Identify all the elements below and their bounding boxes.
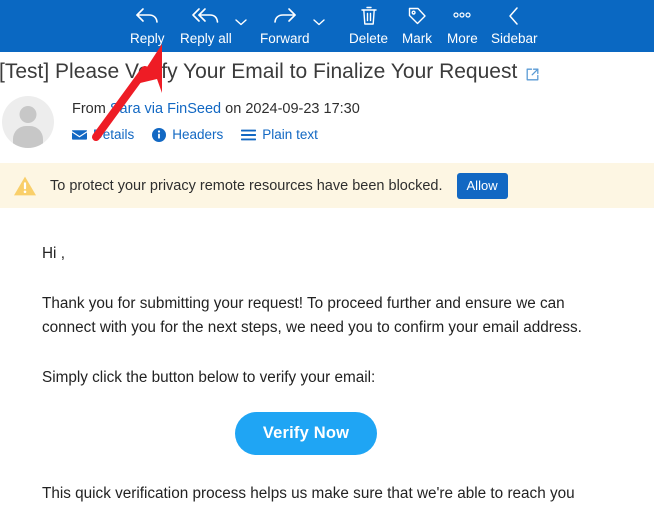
toolbar-label-reply-all: Reply all [180,31,232,46]
allow-button[interactable]: Allow [456,172,508,199]
body-greeting: Hi , [42,245,65,262]
toolbar-button-sidebar[interactable]: Sidebar [487,2,542,47]
warning-triangle-icon [13,175,37,197]
message-toolbar: Reply Reply all Forward Delete Mark More… [0,0,654,52]
chevron-down-icon-reply-all[interactable] [234,14,248,32]
toolbar-button-delete[interactable]: Delete [345,2,392,47]
envelope-icon [72,129,87,141]
body-paragraph-3: This quick verification process helps us… [42,485,575,502]
toolbar-button-forward[interactable]: Forward [256,2,314,47]
toolbar-reply-group: Reply [126,2,169,47]
tag-icon [406,3,428,29]
cta-wrapper: Verify Now [42,390,612,455]
toolbar-label-reply: Reply [130,31,165,46]
remote-content-banner: To protect your privacy remote resources… [0,163,654,208]
headers-link-label: Headers [172,127,224,142]
sender-block: From Sara via FinSeed on 2024-09-23 17:3… [0,96,654,148]
toolbar-reply-all-group: Reply all [176,2,248,47]
from-prefix: From [72,101,106,117]
sender-info: From Sara via FinSeed on 2024-09-23 17:3… [72,96,360,143]
details-link-label: Details [93,127,135,142]
subject-row: [Test] Please Verify Your Email to Final… [0,58,654,86]
email-viewer: Reply Reply all Forward Delete Mark More… [0,0,654,512]
verify-now-button[interactable]: Verify Now [234,412,378,455]
body-paragraph-2: Simply click the button below to verify … [42,369,376,386]
toolbar-label-sidebar: Sidebar [491,31,538,46]
toolbar-forward-group: Forward [256,2,326,47]
sender-name[interactable]: Sara via FinSeed [110,101,221,117]
plain-text-link[interactable]: Plain text [241,127,318,143]
toolbar-sidebar-group: Sidebar [487,2,542,47]
date-prefix: on [225,101,242,117]
forward-icon [272,3,298,29]
page-title: [Test] Please Verify Your Email to Final… [0,60,518,83]
avatar-body [13,126,43,148]
toolbar-delete-group: Delete [345,2,392,47]
chevron-down-icon-forward[interactable] [312,14,326,32]
toolbar-label-mark: Mark [402,31,432,46]
toolbar-label-forward: Forward [260,31,310,46]
toolbar-more-group: More [443,2,482,47]
toolbar-button-reply-all[interactable]: Reply all [176,2,236,47]
toolbar-button-mark[interactable]: Mark [398,2,436,47]
info-circle-icon [152,128,167,142]
body-paragraph-1: Thank you for submitting your request! T… [42,295,582,336]
reply-icon [134,3,160,29]
reply-all-icon [192,3,220,29]
trash-icon [359,3,379,29]
ellipsis-icon [449,3,475,29]
meta-links: Details Headers Plain text [72,127,360,143]
list-lines-icon [241,129,257,141]
message-body: Hi , Thank you for submitting your reque… [0,208,654,512]
toolbar-mark-group: Mark [398,2,436,47]
details-link[interactable]: Details [72,127,134,143]
headers-link[interactable]: Headers [152,127,223,143]
chevron-left-icon [505,3,523,29]
banner-message: To protect your privacy remote resources… [50,177,443,194]
toolbar-label-delete: Delete [349,31,389,46]
toolbar-button-reply[interactable]: Reply [126,2,169,47]
external-link-icon[interactable] [525,67,540,82]
toolbar-label-more: More [447,31,478,46]
avatar-head [19,106,37,123]
toolbar-button-more[interactable]: More [443,2,482,47]
message-date: 2024-09-23 17:30 [245,101,360,117]
avatar [2,96,54,148]
from-line: From Sara via FinSeed on 2024-09-23 17:3… [72,100,360,119]
plain-text-link-label: Plain text [262,127,318,142]
